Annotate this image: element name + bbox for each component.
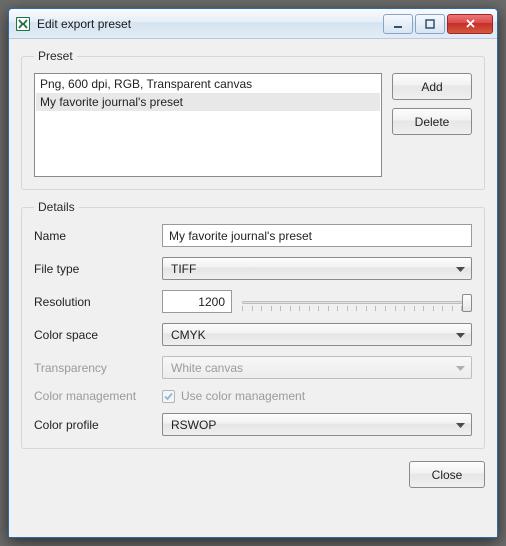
client-area: Preset Png, 600 dpi, RGB, Transparent ca… [9, 39, 497, 537]
preset-list[interactable]: Png, 600 dpi, RGB, Transparent canvasMy … [34, 73, 382, 177]
color-management-row: Use color management [162, 389, 472, 403]
slider-thumb[interactable] [462, 294, 472, 312]
dialog-window: Edit export preset Preset Png, 600 dpi, … [8, 8, 498, 538]
add-button[interactable]: Add [392, 73, 472, 100]
color-management-checkbox-label: Use color management [181, 389, 305, 403]
maximize-button[interactable] [415, 14, 445, 34]
name-input[interactable] [162, 224, 472, 247]
chevron-down-icon [456, 418, 465, 432]
titlebar: Edit export preset [9, 9, 497, 39]
minimize-button[interactable] [383, 14, 413, 34]
close-window-button[interactable] [447, 14, 493, 34]
resolution-slider[interactable] [242, 292, 472, 312]
app-icon [15, 16, 31, 32]
color-management-label: Color management [34, 389, 154, 403]
footer: Close [21, 459, 485, 488]
preset-list-item[interactable]: My favorite journal's preset [36, 93, 380, 111]
preset-legend: Preset [34, 49, 77, 63]
transparency-value: White canvas [171, 361, 243, 375]
chevron-down-icon [456, 262, 465, 276]
file-type-select[interactable]: TIFF [162, 257, 472, 280]
file-type-label: File type [34, 262, 154, 276]
window-buttons [383, 14, 493, 34]
details-legend: Details [34, 200, 79, 214]
color-space-label: Color space [34, 328, 154, 342]
resolution-label: Resolution [34, 295, 154, 309]
window-title: Edit export preset [37, 17, 383, 31]
color-profile-label: Color profile [34, 418, 154, 432]
transparency-select: White canvas [162, 356, 472, 379]
color-space-select[interactable]: CMYK [162, 323, 472, 346]
color-management-checkbox [162, 390, 175, 403]
close-button[interactable]: Close [409, 461, 485, 488]
chevron-down-icon [456, 361, 465, 375]
file-type-value: TIFF [171, 262, 196, 276]
color-space-value: CMYK [171, 328, 206, 342]
preset-group: Preset Png, 600 dpi, RGB, Transparent ca… [21, 49, 485, 190]
delete-button[interactable]: Delete [392, 108, 472, 135]
chevron-down-icon [456, 328, 465, 342]
transparency-label: Transparency [34, 361, 154, 375]
color-profile-select[interactable]: RSWOP [162, 413, 472, 436]
preset-list-item[interactable]: Png, 600 dpi, RGB, Transparent canvas [36, 75, 380, 93]
details-group: Details Name File type TIFF Resolution [21, 200, 485, 449]
resolution-input[interactable] [162, 290, 232, 313]
name-label: Name [34, 229, 154, 243]
color-profile-value: RSWOP [171, 418, 216, 432]
slider-track [242, 301, 472, 304]
slider-ticks [242, 306, 472, 312]
